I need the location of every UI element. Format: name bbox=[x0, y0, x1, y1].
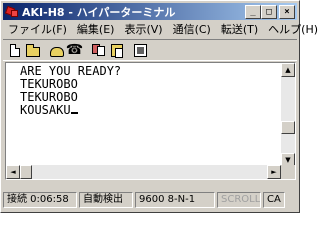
status-port-settings: 9600 8-N-1 bbox=[135, 192, 215, 208]
vertical-scroll-thumb[interactable] bbox=[281, 121, 295, 134]
scroll-right-button[interactable]: ► bbox=[267, 165, 281, 179]
menu-edit[interactable]: 編集(E) bbox=[72, 21, 120, 37]
terminal-output: ARE YOU READY? TEKUROBO TEKUROBO KOUSAKU bbox=[20, 65, 121, 117]
terminal-area[interactable]: ARE YOU READY? TEKUROBO TEKUROBO KOUSAKU… bbox=[5, 62, 296, 180]
close-button[interactable]: × bbox=[279, 4, 295, 19]
properties-icon bbox=[134, 43, 147, 57]
status-bar: 接続 0:06:58 自動検出 9600 8-N-1 SCROLL CA bbox=[3, 191, 297, 209]
horizontal-scrollbar[interactable]: ◄ ► bbox=[6, 165, 281, 179]
title-bar[interactable]: AKI-H8 - ハイパーターミナル _ □ × bbox=[3, 3, 297, 20]
scroll-up-button[interactable]: ▲ bbox=[281, 63, 295, 77]
paste-button[interactable] bbox=[108, 42, 125, 59]
hyperterminal-window: AKI-H8 - ハイパーターミナル _ □ × ファイル(F) 編集(E) 表… bbox=[0, 0, 318, 213]
call-button[interactable] bbox=[48, 42, 65, 59]
status-connection-time: 接続 0:06:58 bbox=[3, 192, 77, 208]
maximize-button[interactable]: □ bbox=[261, 4, 277, 19]
scrollbar-corner bbox=[281, 165, 295, 179]
menu-bar: ファイル(F) 編集(E) 表示(V) 通信(C) 転送(T) ヘルプ(H) bbox=[3, 20, 318, 38]
terminal-line: TEKUROBO bbox=[20, 77, 78, 91]
status-auto-detect: 自動検出 bbox=[79, 192, 133, 208]
horizontal-scroll-thumb[interactable] bbox=[20, 165, 32, 179]
menu-file[interactable]: ファイル(F) bbox=[3, 21, 72, 37]
new-connection-button[interactable] bbox=[6, 42, 23, 59]
disconnect-button[interactable]: ☎ bbox=[66, 42, 83, 59]
properties-button[interactable] bbox=[132, 42, 149, 59]
open-button[interactable] bbox=[24, 42, 41, 59]
scroll-left-button[interactable]: ◄ bbox=[6, 165, 20, 179]
paste-icon bbox=[110, 43, 123, 58]
menu-transfer[interactable]: 転送(T) bbox=[216, 21, 263, 37]
terminal-line: TEKUROBO bbox=[20, 90, 78, 104]
vertical-scrollbar[interactable]: ▲ ▼ bbox=[281, 63, 295, 167]
status-scroll: SCROLL bbox=[217, 192, 261, 208]
terminal-line: ARE YOU READY? bbox=[20, 64, 122, 78]
new-document-icon bbox=[9, 43, 20, 57]
copy-button[interactable] bbox=[90, 42, 107, 59]
menu-help[interactable]: ヘルプ(H) bbox=[263, 21, 320, 37]
minimize-button[interactable]: _ bbox=[245, 4, 261, 19]
window-title: AKI-H8 - ハイパーターミナル bbox=[22, 5, 176, 19]
terminal-line: KOUSAKU bbox=[20, 103, 71, 117]
menu-call[interactable]: 通信(C) bbox=[168, 21, 216, 37]
menu-view[interactable]: 表示(V) bbox=[119, 21, 167, 37]
app-icon[interactable] bbox=[4, 5, 19, 19]
call-icon bbox=[49, 46, 64, 57]
text-cursor bbox=[70, 112, 78, 114]
copy-icon bbox=[91, 44, 106, 56]
toolbar: ☎ bbox=[3, 39, 297, 61]
open-folder-icon bbox=[25, 43, 40, 57]
status-caps: CA bbox=[263, 192, 285, 208]
disconnect-icon: ☎ bbox=[65, 42, 84, 58]
